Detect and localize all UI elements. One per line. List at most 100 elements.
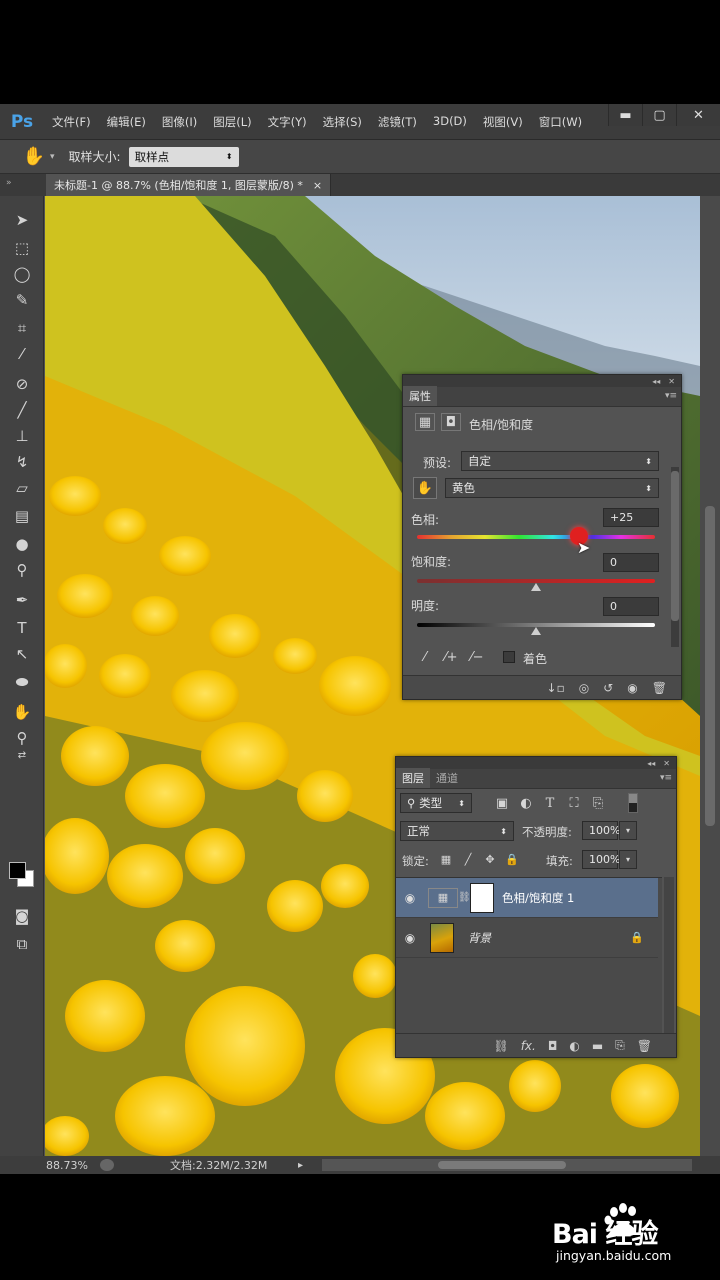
quick-select-tool-icon[interactable]: ✎ [8, 288, 36, 312]
channel-dropdown[interactable]: 黄色 ⬍ [445, 478, 659, 498]
targeted-adjust-hand-icon[interactable]: ✋ [413, 477, 437, 499]
foreground-color-swatch[interactable] [9, 862, 26, 879]
tab-channels[interactable]: 通道 [430, 768, 464, 788]
view-previous-icon[interactable]: ◎ [579, 681, 589, 695]
eyedropper-icon[interactable]: ⁄ [415, 647, 435, 667]
menu-window[interactable]: 窗口(W) [531, 114, 590, 130]
tab-properties[interactable]: 属性 [403, 386, 437, 406]
horizontal-scrollbar[interactable] [322, 1159, 692, 1171]
history-brush-tool-icon[interactable]: ↯ [8, 450, 36, 474]
layer-visibility-eye-icon[interactable]: ◉ [396, 891, 424, 905]
panel-menu-icon[interactable]: ▾≡ [665, 391, 677, 401]
vertical-scrollbar[interactable] [700, 196, 720, 1156]
path-select-tool-icon[interactable]: ↖ [8, 642, 36, 666]
vertical-scroll-thumb[interactable] [705, 506, 715, 826]
new-adjustment-icon[interactable]: ◐ [569, 1039, 579, 1053]
sample-size-select[interactable]: 取样点 ⬍ [128, 146, 239, 167]
menu-file[interactable]: 文件(F) [44, 114, 99, 130]
filter-type-icon[interactable]: T [542, 795, 558, 811]
hue-value-field[interactable]: +25 [603, 508, 659, 527]
filter-toggle-switch[interactable] [628, 793, 638, 813]
status-info-icon[interactable] [100, 1159, 114, 1171]
menu-filter[interactable]: 滤镜(T) [370, 114, 425, 130]
hue-slider-track[interactable] [417, 535, 655, 539]
opacity-field[interactable]: 100% [582, 821, 620, 840]
layer-style-fx-icon[interactable]: fx. [521, 1039, 536, 1053]
pen-tool-icon[interactable]: ✒ [8, 588, 36, 612]
reset-icon[interactable]: ↺ [603, 681, 613, 695]
eraser-tool-icon[interactable]: ▱ [8, 476, 36, 500]
ellipse-tool-icon[interactable]: ⬬ [8, 670, 36, 694]
hand-tool-icon[interactable]: ✋ [18, 146, 50, 167]
move-tool-icon[interactable]: ➤ [8, 208, 36, 232]
filter-pixel-icon[interactable]: ▣ [494, 795, 510, 811]
lock-transparent-icon[interactable]: ▦ [438, 851, 454, 867]
menu-view[interactable]: 视图(V) [475, 114, 531, 130]
lock-pixels-icon[interactable]: ╱ [460, 851, 476, 867]
eyedropper-tool-icon[interactable]: ⁄ [8, 342, 36, 366]
saturation-value-field[interactable]: 0 [603, 553, 659, 572]
hand-tool-icon[interactable]: ✋ [8, 700, 36, 724]
new-layer-icon[interactable]: ⎘ [615, 1038, 625, 1053]
tab-layers[interactable]: 图层 [396, 768, 430, 788]
menu-edit[interactable]: 编辑(E) [99, 114, 154, 130]
filter-shape-icon[interactable]: ⛶ [566, 795, 582, 811]
colorize-checkbox[interactable] [503, 651, 515, 663]
delete-trash-icon[interactable]: 🗑 [652, 681, 667, 695]
layer-row[interactable]: ◉ 背景 🔒 [396, 918, 658, 958]
new-group-folder-icon[interactable]: ▬ [592, 1039, 603, 1053]
marquee-tool-icon[interactable]: ⬚ [8, 236, 36, 260]
eyedropper-subtract-icon[interactable]: ⁄− [467, 647, 487, 667]
properties-scrollbar[interactable] [671, 467, 679, 647]
type-tool-icon[interactable]: T [8, 616, 36, 640]
document-close-icon[interactable]: × [313, 179, 322, 192]
lasso-tool-icon[interactable]: ◯ [8, 262, 36, 286]
horizontal-scroll-thumb[interactable] [438, 1161, 566, 1169]
panel-collapse-icon[interactable]: » [6, 178, 12, 188]
tool-preset-caret-icon[interactable]: ▾ [50, 152, 55, 162]
menu-image[interactable]: 图像(I) [154, 114, 205, 130]
zoom-level[interactable]: 88.73% [46, 1159, 98, 1172]
blur-tool-icon[interactable]: ● [8, 532, 36, 556]
link-layers-icon[interactable]: ⛓ [493, 1039, 508, 1053]
menu-3d[interactable]: 3D(D) [425, 114, 475, 130]
panel-close-icon[interactable]: ✕ [663, 759, 670, 768]
layer-row[interactable]: ◉ ▦ ⛓ 色相/饱和度 1 [396, 878, 658, 918]
gradient-tool-icon[interactable]: ▤ [8, 504, 36, 528]
zoom-tool-icon[interactable]: ⚲ [8, 726, 36, 750]
screen-mode-icon[interactable]: ⧉ [8, 932, 36, 956]
opacity-dropdown-icon[interactable]: ▾ [619, 821, 637, 840]
menu-select[interactable]: 选择(S) [315, 114, 370, 130]
filter-adjustment-icon[interactable]: ◐ [518, 795, 534, 811]
document-tab[interactable]: 未标题-1 @ 88.7% (色相/饱和度 1, 图层蒙版/8) * × [46, 174, 332, 196]
layer-link-icon[interactable]: ⛓ [458, 892, 471, 903]
lightness-slider-thumb[interactable] [531, 627, 541, 635]
preset-dropdown[interactable]: 自定 ⬍ [461, 451, 659, 471]
layer-visibility-eye-icon[interactable]: ◉ [396, 931, 424, 945]
lock-all-icon[interactable]: 🔒 [504, 851, 520, 867]
dodge-tool-icon[interactable]: ⚲ [8, 558, 36, 582]
quick-mask-icon[interactable]: ◙ [8, 904, 36, 928]
lock-position-icon[interactable]: ✥ [482, 851, 498, 867]
restore-button[interactable]: ▢ [642, 104, 676, 126]
crop-tool-icon[interactable]: ⌗ [8, 316, 36, 340]
minimize-button[interactable]: ▬ [608, 104, 642, 126]
lightness-value-field[interactable]: 0 [603, 597, 659, 616]
healing-brush-tool-icon[interactable]: ⊘ [8, 372, 36, 396]
panel-close-icon[interactable]: ✕ [668, 377, 675, 386]
close-button[interactable]: ✕ [676, 104, 720, 126]
mask-icon[interactable]: ◘ [441, 413, 461, 431]
delete-layer-trash-icon[interactable]: 🗑 [637, 1039, 652, 1053]
visibility-eye-icon[interactable]: ◉ [627, 681, 637, 695]
layer-filter-dropdown[interactable]: ⚲ 类型 ⬍ [400, 793, 472, 813]
brush-tool-icon[interactable]: ╱ [8, 398, 36, 422]
eyedropper-add-icon[interactable]: ⁄+ [441, 647, 461, 667]
panel-collapse-icon[interactable]: ◂◂ [647, 759, 655, 768]
clone-stamp-tool-icon[interactable]: ⊥ [8, 424, 36, 448]
layer-mask-thumbnail[interactable] [470, 882, 494, 913]
swap-colors-icon[interactable]: ⇄ [8, 748, 36, 762]
status-menu-arrow-icon[interactable]: ▸ [298, 1160, 303, 1171]
layers-scrollbar[interactable] [664, 877, 674, 1033]
fill-field[interactable]: 100% [582, 850, 620, 869]
add-mask-icon[interactable]: ◘ [548, 1039, 558, 1053]
